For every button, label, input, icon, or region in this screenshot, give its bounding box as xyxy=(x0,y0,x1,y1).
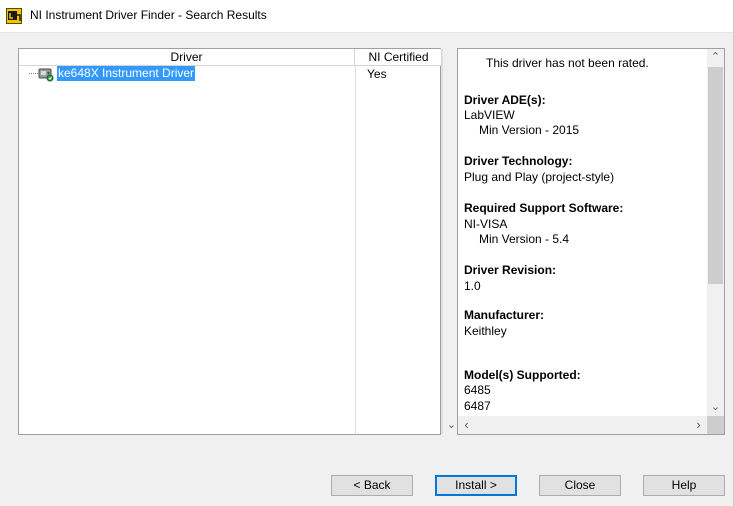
title-bar: NI Instrument Driver Finder - Search Res… xyxy=(0,0,734,33)
column-header-ni-certified[interactable]: NI Certified xyxy=(356,49,442,65)
back-button[interactable]: < Back xyxy=(331,475,413,496)
revision-value: 1.0 xyxy=(464,279,481,293)
close-button[interactable]: Close xyxy=(539,475,621,496)
scroll-up-arrow-icon[interactable]: ⌃ xyxy=(707,49,724,66)
driver-name-cell[interactable]: ke648X Instrument Driver xyxy=(57,66,196,81)
revision-label: Driver Revision: xyxy=(464,263,557,277)
support-software-label: Required Support Software: xyxy=(464,201,624,215)
ade-min-version: Min Version - 2015 xyxy=(479,123,580,137)
technology-value: Plug and Play (project-style) xyxy=(464,170,615,184)
scroll-left-arrow-icon[interactable]: ‹ xyxy=(458,416,475,434)
manufacturer-label: Manufacturer: xyxy=(464,308,545,322)
column-header-driver[interactable]: Driver xyxy=(19,49,355,65)
details-vertical-scrollbar[interactable]: ⌃ ⌄ xyxy=(707,49,724,416)
certified-cell: Yes xyxy=(367,67,387,81)
instrument-driver-icon xyxy=(37,66,55,82)
model-item: 6485 xyxy=(464,383,491,397)
driver-details-panel: This driver has not been rated. Driver A… xyxy=(457,48,725,435)
ade-label: Driver ADE(s): xyxy=(464,93,546,107)
rating-text: This driver has not been rated. xyxy=(486,56,649,70)
help-button[interactable]: Help xyxy=(643,475,725,496)
install-button[interactable]: Install > xyxy=(435,475,517,496)
column-divider xyxy=(355,65,356,434)
driver-results-table[interactable]: Driver NI Certified ke648X Instrument Dr… xyxy=(18,48,460,435)
table-header: Driver NI Certified xyxy=(19,49,442,66)
models-label: Model(s) Supported: xyxy=(464,368,581,382)
scrollbar-corner xyxy=(707,416,724,434)
scroll-down-arrow-icon[interactable]: ⌄ xyxy=(707,399,724,416)
scroll-right-arrow-icon[interactable]: › xyxy=(690,416,707,434)
window-title: NI Instrument Driver Finder - Search Res… xyxy=(30,8,267,22)
details-horizontal-scrollbar[interactable]: ‹ › xyxy=(458,416,707,434)
table-row[interactable]: ke648X Instrument Driver Yes xyxy=(19,66,440,82)
support-min-version: Min Version - 5.4 xyxy=(479,232,570,246)
technology-label: Driver Technology: xyxy=(464,154,573,168)
labview-app-icon xyxy=(6,8,22,24)
support-software-value: NI-VISA xyxy=(464,217,508,231)
manufacturer-value: Keithley xyxy=(464,324,507,338)
scrollbar-thumb[interactable] xyxy=(708,67,723,284)
ade-value: LabVIEW xyxy=(464,108,515,122)
model-item: 6487 xyxy=(464,399,491,413)
